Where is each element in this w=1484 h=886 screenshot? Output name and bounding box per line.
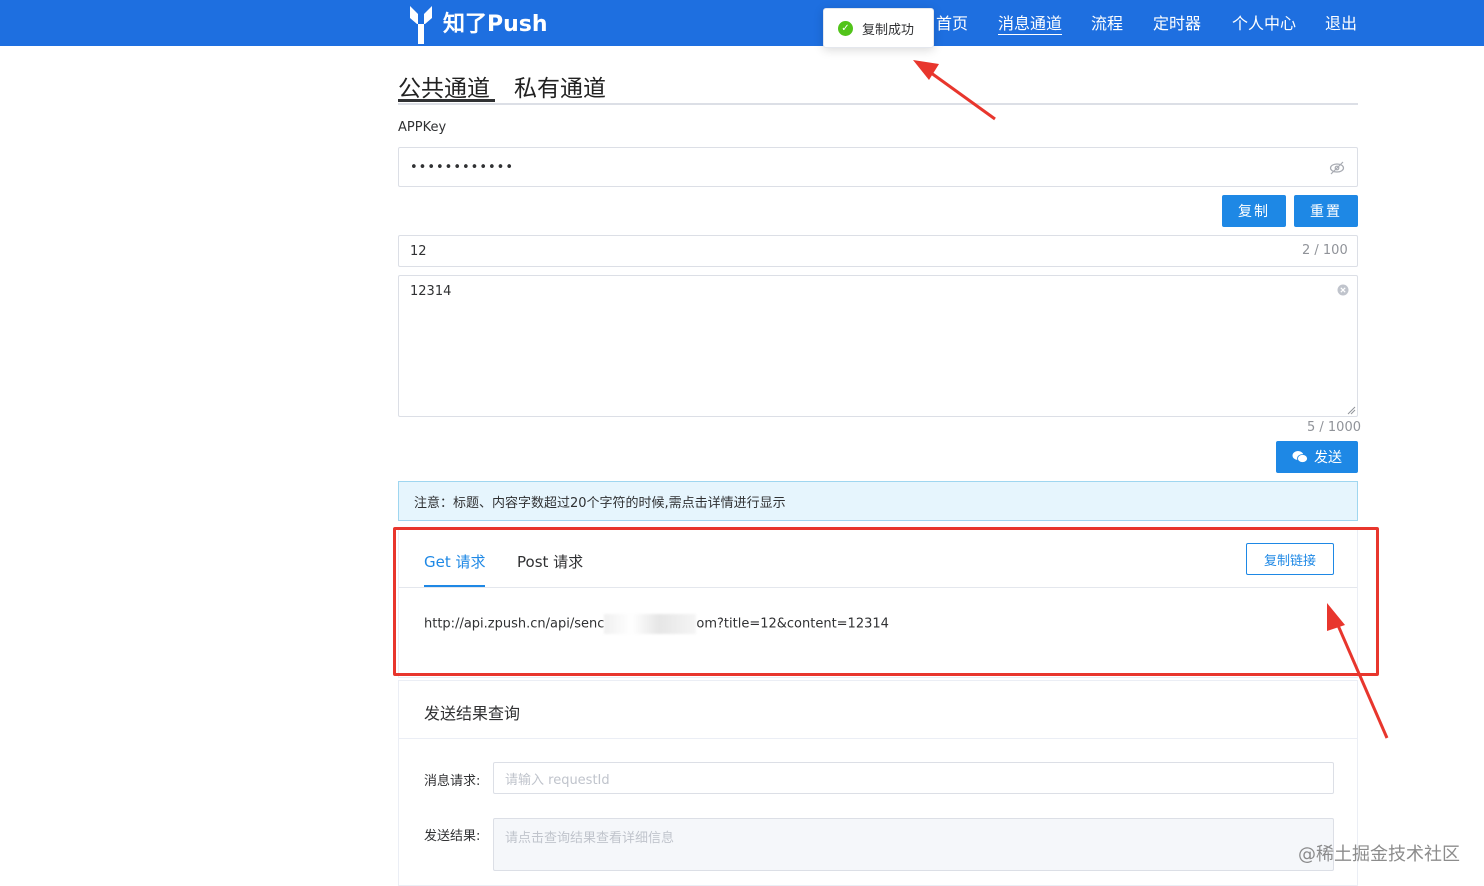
request-id-label: 消息请求:	[424, 774, 481, 789]
send-button-label: 发送	[1314, 450, 1342, 466]
request-url-prefix: http://api.zpush.cn/api/senc	[424, 616, 605, 632]
nav-logout[interactable]: 退出	[1325, 10, 1357, 34]
request-url-suffix: om?title=12&content=12314	[696, 616, 889, 632]
check-circle-icon: ✓	[838, 20, 853, 36]
request-card: Get 请求 Post 请求 复制链接 http://api.zpush.cn/…	[398, 528, 1358, 678]
active-tab-indicator	[398, 99, 495, 102]
tab-get-request[interactable]: Get 请求	[424, 551, 486, 572]
toast-message: 复制成功	[862, 22, 915, 38]
content-value: 12314	[410, 284, 452, 299]
nav-timer[interactable]: 定时器	[1153, 10, 1201, 34]
send-result-placeholder: 请点击查询结果查看详细信息	[505, 831, 675, 846]
request-url[interactable]: http://api.zpush.cn/api/senc om?title=12&…	[424, 614, 889, 634]
title-input[interactable]: 12	[398, 235, 1358, 267]
result-divider	[399, 738, 1357, 739]
tab-divider	[398, 103, 1358, 105]
tab-private-channel[interactable]: 私有通道	[514, 69, 606, 103]
resize-handle-icon[interactable]	[1347, 406, 1356, 415]
appkey-value: ••••••••••••	[410, 159, 515, 175]
send-result-label: 发送结果:	[424, 829, 481, 844]
logo-icon	[410, 6, 432, 44]
top-navbar: 知了Push 首页 消息通道 流程 定时器 个人中心 退出	[0, 0, 1484, 46]
tab-post-request[interactable]: Post 请求	[517, 551, 583, 572]
nav-flow[interactable]: 流程	[1091, 10, 1123, 34]
annotation-arrow-toast	[913, 60, 996, 121]
redacted-region	[604, 614, 697, 634]
nav-home[interactable]: 首页	[936, 10, 968, 34]
content-textarea[interactable]: 12314	[398, 275, 1358, 417]
request-id-placeholder: 请输入 requestId	[505, 772, 610, 788]
notice-text: 注意：标题、内容字数超过20个字符的时候,需点击详情进行显示	[414, 495, 786, 511]
clear-circle-icon[interactable]	[1337, 284, 1349, 296]
success-toast: ✓ 复制成功	[823, 8, 934, 48]
request-tab-divider	[399, 587, 1357, 588]
eye-off-icon[interactable]	[1329, 160, 1345, 176]
appkey-input[interactable]: ••••••••••••	[398, 147, 1358, 187]
reset-appkey-button[interactable]: 重置	[1294, 195, 1358, 227]
brand-name[interactable]: 知了Push	[443, 6, 548, 38]
title-counter: 2 / 100	[1302, 243, 1348, 258]
send-button[interactable]: 发送	[1276, 441, 1358, 473]
appkey-label: APPKey	[398, 120, 447, 135]
result-card: 发送结果查询 消息请求: 请输入 requestId 发送结果: 请点击查询结果…	[398, 680, 1358, 886]
content-counter: 5 / 1000	[1307, 420, 1361, 435]
copy-appkey-button[interactable]: 复制	[1222, 195, 1286, 227]
nav-message-channel[interactable]: 消息通道	[998, 10, 1062, 34]
wechat-icon	[1292, 451, 1308, 463]
copy-link-button[interactable]: 复制链接	[1246, 543, 1334, 575]
watermark: @稀土掘金技术社区	[1298, 844, 1460, 865]
result-title: 发送结果查询	[424, 704, 521, 723]
title-value: 12	[410, 243, 427, 259]
tab-public-channel[interactable]: 公共通道	[398, 69, 490, 103]
send-result-textarea: 请点击查询结果查看详细信息	[493, 818, 1334, 871]
notice-alert: 注意：标题、内容字数超过20个字符的时候,需点击详情进行显示	[398, 481, 1358, 521]
nav-profile[interactable]: 个人中心	[1232, 10, 1296, 34]
request-id-input[interactable]: 请输入 requestId	[493, 762, 1334, 794]
